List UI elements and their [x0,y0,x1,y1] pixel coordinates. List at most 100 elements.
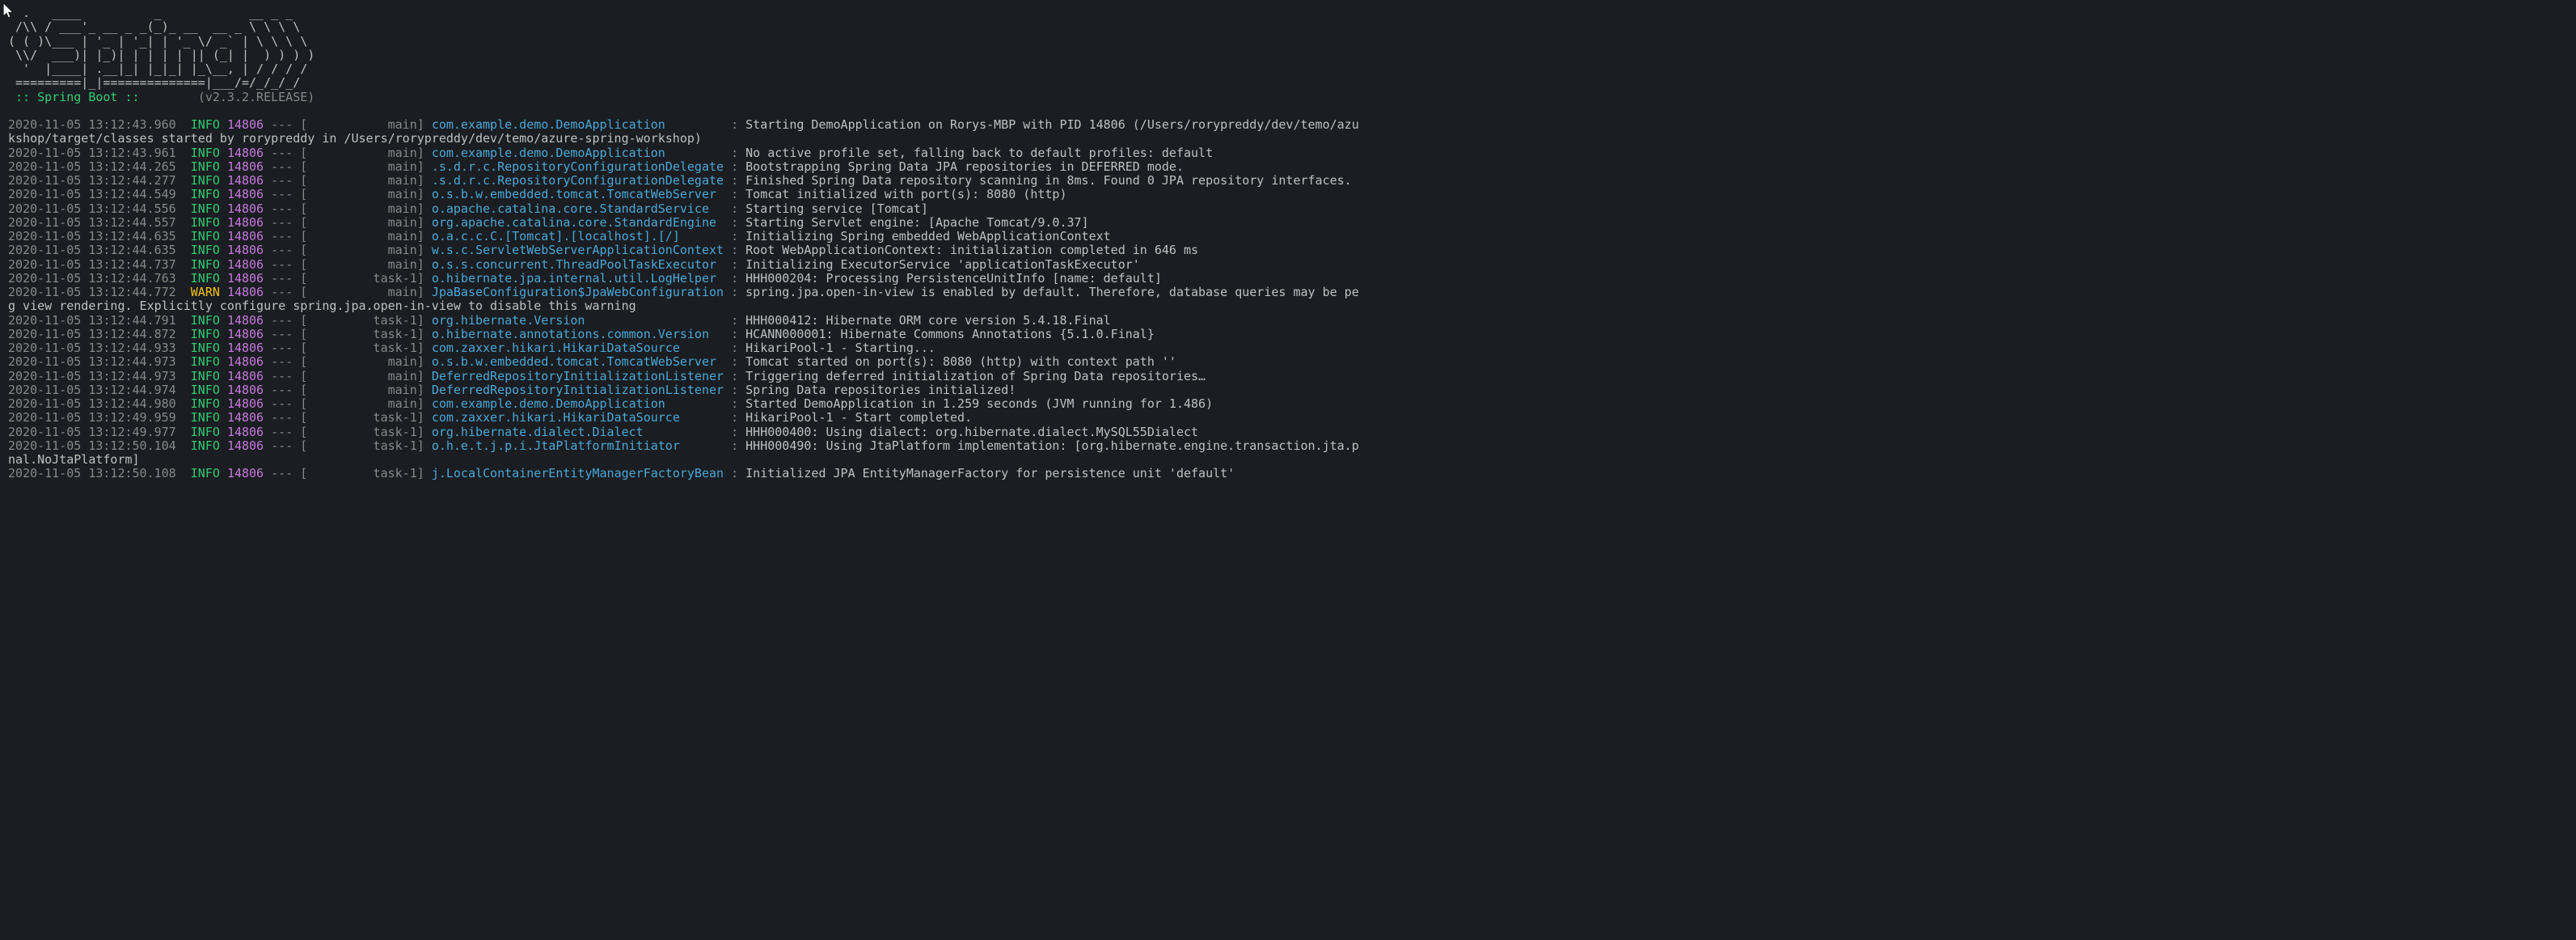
log-level: INFO [191,466,220,481]
log-pid: 14806 [227,327,264,341]
log-separator: --- [271,369,293,383]
log-pid: 14806 [227,383,264,397]
log-message: Started DemoApplication in 1.259 seconds… [745,396,1213,411]
log-line: 2020-11-05 13:12:50.108 INFO 14806 --- [… [8,467,2568,481]
log-colon: : [731,410,738,425]
log-message: Finished Spring Data repository scanning… [745,173,1352,188]
log-message: Starting DemoApplication on Rorys-MBP wi… [745,117,1359,132]
log-logger: com.example.demo.DemoApplication [432,117,724,132]
log-colon: : [731,285,738,299]
log-pid: 14806 [227,285,264,299]
log-level: INFO [191,369,220,383]
log-colon: : [731,466,738,481]
log-timestamp: 2020-11-05 13:12:44.763 [8,271,176,286]
log-level: INFO [191,215,220,230]
log-logger: j.LocalContainerEntityManagerFactoryBean [432,466,724,481]
log-level: INFO [191,341,220,355]
log-line: 2020-11-05 13:12:43.961 INFO 14806 --- [… [8,146,2568,160]
log-line: 2020-11-05 13:12:49.959 INFO 14806 --- [… [8,411,2568,425]
log-separator: --- [271,354,293,369]
log-message: HHH000412: Hibernate ORM core version 5.… [745,313,1111,328]
spring-boot-label: :: Spring Boot :: [8,90,147,104]
log-timestamp: 2020-11-05 13:12:49.977 [8,425,176,439]
log-level: INFO [191,354,220,369]
log-thread: [ main] [300,383,424,397]
log-message: Initialized JPA EntityManagerFactory for… [745,466,1235,481]
log-output[interactable]: 2020-11-05 13:12:43.960 INFO 14806 --- [… [8,118,2568,481]
log-level: INFO [191,313,220,328]
log-timestamp: 2020-11-05 13:12:44.549 [8,187,176,201]
log-timestamp: 2020-11-05 13:12:44.635 [8,229,176,243]
log-level: INFO [191,229,220,243]
log-level: INFO [191,187,220,201]
log-thread: [ main] [300,369,424,383]
log-line: 2020-11-05 13:12:44.557 INFO 14806 --- [… [8,216,2568,230]
log-colon: : [731,327,738,341]
log-logger: o.apache.catalina.core.StandardService [432,201,724,216]
log-level: INFO [191,396,220,411]
log-thread: [ task-1] [300,466,424,481]
log-separator: --- [271,396,293,411]
log-thread: [ main] [300,396,424,411]
log-colon: : [731,396,738,411]
log-level: INFO [191,410,220,425]
log-message: HHH000490: Using JtaPlatform implementat… [745,438,1359,453]
spring-boot-banner: :: Spring Boot :: (v2.3.2.RELEASE) [8,91,2568,104]
log-timestamp: 2020-11-05 13:12:44.556 [8,201,176,216]
log-separator: --- [271,438,293,453]
log-thread: [ main] [300,229,424,243]
log-timestamp: 2020-11-05 13:12:44.872 [8,327,176,341]
log-separator: --- [271,215,293,230]
log-pid: 14806 [227,369,264,383]
log-logger: w.s.c.ServletWebServerApplicationContext [432,243,724,257]
log-separator: --- [271,229,293,243]
log-thread: [ task-1] [300,327,424,341]
log-separator: --- [271,285,293,299]
log-line: 2020-11-05 13:12:44.265 INFO 14806 --- [… [8,160,2568,174]
log-line: 2020-11-05 13:12:49.977 INFO 14806 --- [… [8,426,2568,439]
log-message: HikariPool-1 - Starting... [745,341,935,355]
log-thread: [ main] [300,285,424,299]
log-line: 2020-11-05 13:12:44.872 INFO 14806 --- [… [8,328,2568,341]
log-line: 2020-11-05 13:12:50.104 INFO 14806 --- [… [8,439,2568,453]
log-colon: : [731,341,738,355]
log-thread: [ main] [300,187,424,201]
log-separator: --- [271,425,293,439]
log-level: INFO [191,159,220,174]
log-message: Starting service [Tomcat] [745,201,928,216]
log-separator: --- [271,383,293,397]
log-thread: [ main] [300,201,424,216]
log-logger: o.hibernate.jpa.internal.util.LogHelper [432,271,724,286]
log-colon: : [731,313,738,328]
log-colon: : [731,257,738,272]
log-line: 2020-11-05 13:12:44.549 INFO 14806 --- [… [8,188,2568,201]
log-separator: --- [271,243,293,257]
log-message: Root WebApplicationContext: initializati… [745,243,1198,257]
log-timestamp: 2020-11-05 13:12:44.973 [8,354,176,369]
log-line: 2020-11-05 13:12:44.933 INFO 14806 --- [… [8,341,2568,355]
log-logger: .s.d.r.c.RepositoryConfigurationDelegate [432,159,724,174]
log-pid: 14806 [227,215,264,230]
log-separator: --- [271,201,293,216]
log-message: Triggering deferred initialization of Sp… [745,369,1206,383]
log-level: INFO [191,257,220,272]
log-line: 2020-11-05 13:12:44.635 INFO 14806 --- [… [8,243,2568,257]
log-message: HHH000400: Using dialect: org.hibernate.… [745,425,1198,439]
spring-boot-version: (v2.3.2.RELEASE) [198,90,315,104]
log-timestamp: 2020-11-05 13:12:44.277 [8,173,176,188]
log-thread: [ main] [300,354,424,369]
spring-ascii-banner: . ____ _ __ _ _ /\\ / ___'_ __ _ _(_)_ _… [8,6,2568,91]
log-thread: [ task-1] [300,425,424,439]
log-message: Starting Servlet engine: [Apache Tomcat/… [745,215,1088,230]
log-line: 2020-11-05 13:12:44.791 INFO 14806 --- [… [8,314,2568,328]
log-colon: : [731,369,738,383]
log-separator: --- [271,466,293,481]
log-line: 2020-11-05 13:12:44.635 INFO 14806 --- [… [8,230,2568,243]
log-timestamp: 2020-11-05 13:12:50.104 [8,438,176,453]
log-message-continuation: g view rendering. Explicitly configure s… [8,299,2568,313]
log-timestamp: 2020-11-05 13:12:49.959 [8,410,176,425]
log-level: INFO [191,438,220,453]
log-colon: : [731,243,738,257]
log-colon: : [731,173,738,188]
log-separator: --- [271,257,293,272]
